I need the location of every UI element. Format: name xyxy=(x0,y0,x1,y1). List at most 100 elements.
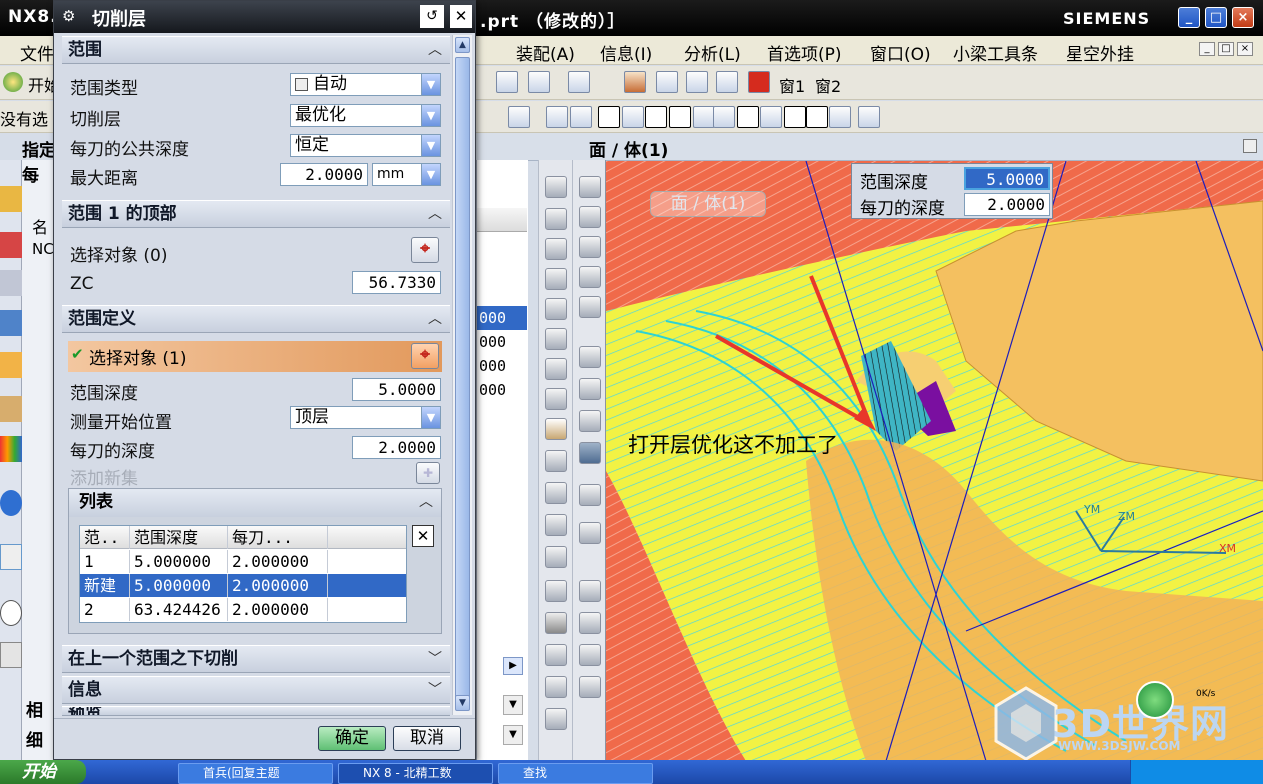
text-icon[interactable] xyxy=(545,580,567,602)
intersection-icon[interactable] xyxy=(713,106,735,128)
list2-icon[interactable] xyxy=(579,612,601,634)
material-icon[interactable] xyxy=(545,612,567,634)
table-row-selected[interactable]: 新建 5.000000 2.000000 xyxy=(80,574,406,597)
menu-preferences[interactable]: 首选项(P) xyxy=(767,40,842,65)
collapse-chevron-icon[interactable]: ︿ xyxy=(428,306,442,333)
fit-view-icon[interactable] xyxy=(545,176,567,198)
chevron-down-icon[interactable]: ▼ xyxy=(421,164,440,185)
edit-list-icon[interactable] xyxy=(579,644,601,666)
menu-information[interactable]: 信息(I) xyxy=(600,40,652,65)
taskbar-item[interactable]: NX 8 - 北精工数 xyxy=(338,763,493,784)
menu-file[interactable]: 文件 xyxy=(20,40,54,65)
endpoint-icon[interactable] xyxy=(645,106,667,128)
dialog-close-icon[interactable]: ✕ xyxy=(450,5,472,28)
curve-analysis-icon[interactable] xyxy=(579,378,601,400)
select-box-icon[interactable] xyxy=(508,106,530,128)
point-on-face-icon[interactable] xyxy=(829,106,851,128)
scroll-thumb[interactable] xyxy=(455,57,470,707)
menu-beam-toolbar[interactable]: 小梁工具条 xyxy=(953,40,1038,65)
tool-tab-icon[interactable] xyxy=(0,270,22,296)
shaded-icon[interactable] xyxy=(545,418,567,440)
section-range-top-header[interactable]: 范围 1 的顶部 ︿ xyxy=(62,200,450,228)
midpoint-icon[interactable] xyxy=(669,106,691,128)
wcs-icon[interactable] xyxy=(568,71,590,93)
assembly-icon[interactable] xyxy=(496,71,518,93)
cube-icon[interactable] xyxy=(570,106,592,128)
overlay-range-depth-input[interactable]: 5.0000 xyxy=(964,167,1050,190)
doc-close-icon[interactable]: × xyxy=(1237,42,1253,56)
range-type-select[interactable]: 自动 ▼ xyxy=(290,73,441,96)
doc-minimize-icon[interactable]: _ xyxy=(1199,42,1215,56)
delete-range-icon[interactable]: ✕ xyxy=(412,525,434,547)
check-geometry-icon[interactable] xyxy=(579,296,601,318)
deviation-icon[interactable] xyxy=(579,442,601,464)
section-icon[interactable] xyxy=(545,482,567,504)
expand-details-icon[interactable]: ▼ xyxy=(503,725,523,745)
history-tab-icon[interactable] xyxy=(0,544,22,570)
section-range-header[interactable]: 范围 ︿ xyxy=(62,36,450,64)
measure-distance-icon[interactable] xyxy=(579,206,601,228)
check-icon[interactable] xyxy=(579,410,601,432)
chevron-down-icon[interactable]: ▼ xyxy=(421,407,440,428)
dialog-gear-icon[interactable]: ⚙ xyxy=(62,7,75,25)
report-icon[interactable] xyxy=(686,71,708,93)
image-icon[interactable] xyxy=(624,71,646,93)
chevron-down-icon[interactable]: ▼ xyxy=(421,74,440,95)
expand-chevron-icon[interactable]: ﹀ xyxy=(428,677,442,704)
probe-icon[interactable] xyxy=(579,484,601,506)
measure-angle-icon[interactable] xyxy=(579,236,601,258)
expand-relations-icon[interactable]: ▼ xyxy=(503,695,523,715)
crosshair-select-icon[interactable]: ⌖ xyxy=(411,237,439,263)
clock-tab-icon[interactable] xyxy=(0,600,22,626)
dialog-scrollbar[interactable]: ▲ ▼ xyxy=(452,35,472,715)
table-row[interactable]: 1 5.000000 2.000000 xyxy=(80,550,406,573)
center-icon[interactable] xyxy=(737,106,759,128)
flag-icon[interactable] xyxy=(748,71,770,93)
layer-icon[interactable] xyxy=(545,514,567,536)
menu-plugin[interactable]: 星空外挂 xyxy=(1066,40,1134,65)
web-tab-icon[interactable] xyxy=(0,490,22,516)
orient-icon[interactable] xyxy=(545,546,567,568)
list-header[interactable]: 列表 ︿ xyxy=(69,489,441,517)
front-view-icon[interactable] xyxy=(545,298,567,320)
depth-per-cut-input[interactable]: 2.0000 xyxy=(352,436,441,459)
curve-icon[interactable] xyxy=(693,106,715,128)
add-set-icon[interactable]: ✚ xyxy=(416,462,440,484)
select-object-row[interactable]: ✔ 选择对象 (1) xyxy=(68,341,442,372)
menu-analysis[interactable]: 分析(L) xyxy=(684,40,741,65)
reset-icon[interactable]: ↺ xyxy=(420,5,444,28)
update-list-icon[interactable] xyxy=(579,676,601,698)
cut-layer-select[interactable]: 最优化 ▼ xyxy=(290,104,441,127)
menu-assembly[interactable]: 装配(A) xyxy=(516,40,575,65)
measure-start-select[interactable]: 顶层 ▼ xyxy=(290,406,441,429)
table-row[interactable]: 2 63.424426 2.000000 xyxy=(80,598,406,621)
window2-button[interactable]: 窗2 xyxy=(815,73,841,97)
snap-point-icon[interactable] xyxy=(598,106,620,128)
camera-icon[interactable] xyxy=(545,708,567,730)
iso-view-icon[interactable] xyxy=(545,388,567,410)
taskbar-item[interactable]: 首兵(回复主题 xyxy=(178,763,333,784)
pan-icon[interactable] xyxy=(545,238,567,260)
lighting-icon[interactable] xyxy=(545,676,567,698)
quadrant-icon[interactable] xyxy=(760,106,782,128)
scroll-down-icon[interactable]: ▼ xyxy=(455,695,470,711)
shade-icon[interactable] xyxy=(546,106,568,128)
scroll-up-icon[interactable]: ▲ xyxy=(455,37,470,53)
close-button[interactable]: × xyxy=(1232,7,1254,28)
transform-icon[interactable] xyxy=(545,644,567,666)
overlay-depth-per-cut-input[interactable]: 2.0000 xyxy=(964,193,1050,216)
ok-button[interactable]: 确定 xyxy=(318,726,386,751)
point-on-curve-icon[interactable] xyxy=(806,106,828,128)
section-info-header[interactable]: 信息 ﹀ xyxy=(62,676,450,704)
chevron-down-icon[interactable]: ▼ xyxy=(421,135,440,156)
column-header[interactable]: 范.. xyxy=(80,526,130,549)
doc-restore-icon[interactable]: □ xyxy=(1218,42,1234,56)
network-monitor-icon[interactable] xyxy=(1136,681,1174,719)
navigator-value-row[interactable]: 000 xyxy=(477,378,527,402)
chevron-down-icon[interactable]: ▼ xyxy=(421,105,440,126)
list-icon[interactable] xyxy=(579,580,601,602)
navigator-tab-icon[interactable] xyxy=(0,186,22,212)
right-view-icon[interactable] xyxy=(545,358,567,380)
scroll-right-icon[interactable]: ▶ xyxy=(503,657,523,675)
column-header[interactable]: 范围深度 xyxy=(130,526,228,549)
